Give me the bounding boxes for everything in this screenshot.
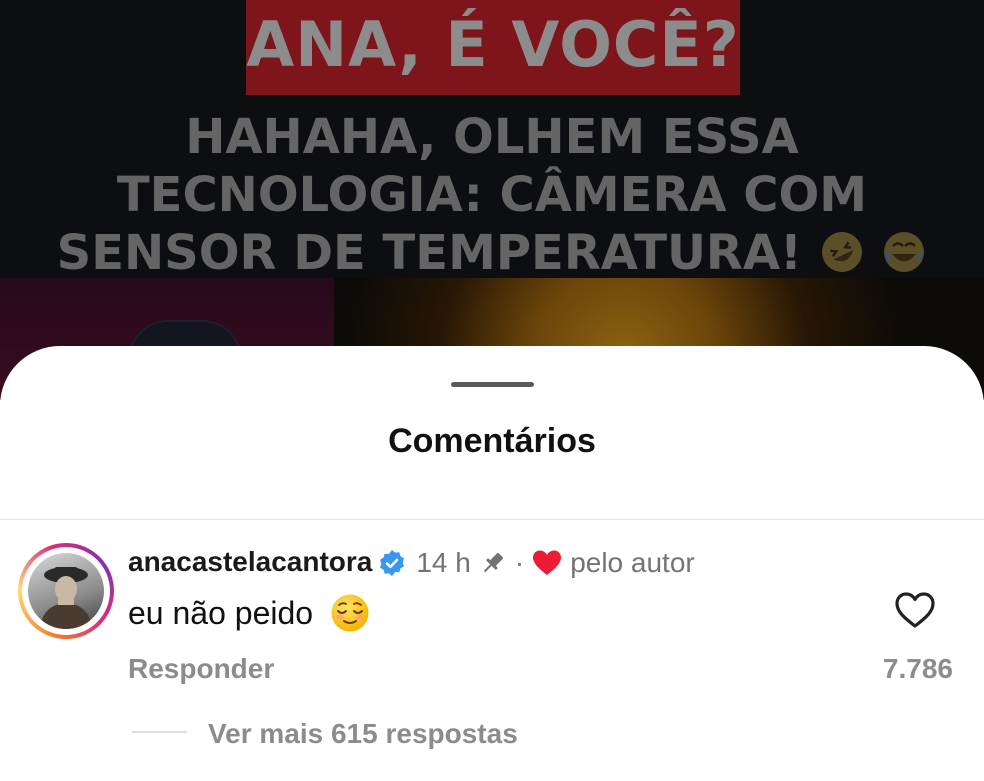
pin-icon — [483, 553, 503, 573]
avatar[interactable] — [18, 543, 114, 639]
sheet-title: Comentários — [388, 422, 596, 460]
like-count: 7.786 — [882, 653, 953, 684]
comment-text: eu não peido — [128, 593, 370, 633]
sheet-dim-overlay[interactable] — [0, 0, 984, 400]
reply-button[interactable]: Responder — [128, 653, 274, 685]
liked-by-author-label: pelo autor — [570, 547, 695, 578]
avatar-image — [28, 553, 104, 629]
person-silhouette-icon — [40, 567, 92, 629]
comments-sheet: Comentários anacastelacantora 14 h · pel… — [0, 346, 984, 781]
relieved-face-emoji-icon — [331, 594, 369, 632]
comment-time: 14 h — [416, 547, 471, 578]
view-more-replies-button[interactable]: Ver mais 615 respostas — [208, 718, 518, 750]
comment-body: eu não peido — [128, 595, 314, 631]
sheet-drag-handle[interactable] — [451, 382, 534, 387]
verified-badge-icon — [380, 550, 405, 576]
replies-indent-line — [132, 731, 187, 733]
header-divider — [0, 519, 984, 520]
author-liked-heart-icon — [533, 550, 562, 575]
heart-like-icon[interactable] — [894, 591, 936, 629]
post-media: ANA, É VOCÊ? HAHAHA, OLHEM ESSA TECNOLOG… — [0, 0, 984, 400]
meta-separator: · — [514, 547, 525, 578]
comment-meta: 14 h · pelo autor — [128, 546, 695, 580]
